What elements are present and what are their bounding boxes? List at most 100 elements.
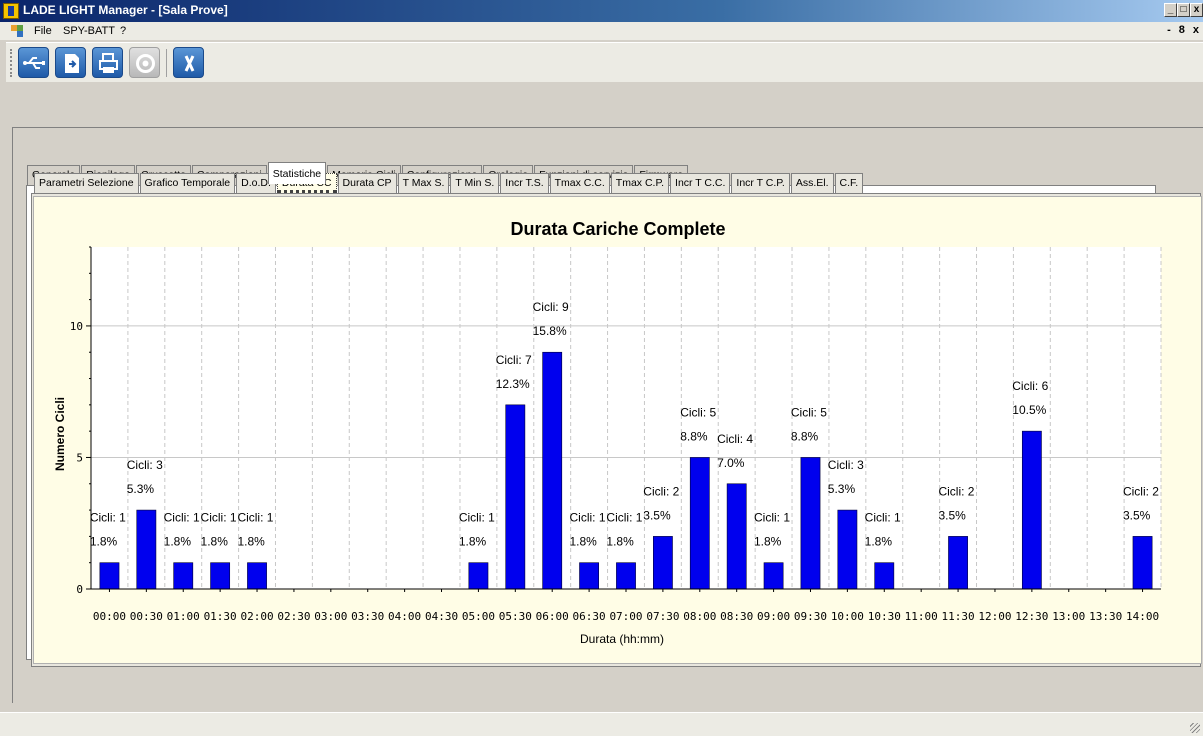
x-tick-label: 04:00 (388, 610, 421, 623)
tab-ass-el[interactable]: Ass.El. (790, 173, 834, 193)
tab-grafico-temporale[interactable]: Grafico Temporale (139, 173, 236, 193)
bar-count-label: Cicli: 2 (643, 484, 679, 498)
bar-count-label: Cicli: 5 (791, 405, 827, 419)
tab-parametri-selezione[interactable]: Parametri Selezione (34, 173, 139, 193)
bar-percent-label: 1.8% (201, 535, 229, 549)
menu-file[interactable]: File (34, 25, 52, 37)
bar-percent-label: 1.8% (754, 535, 782, 549)
usb-connect-button[interactable] (18, 47, 49, 78)
x-tick-label: 02:00 (240, 610, 273, 623)
bar (763, 562, 784, 590)
bar-count-label: Cicli: 1 (459, 511, 495, 525)
x-tick-label: 03:00 (314, 610, 347, 623)
minimize-button[interactable]: _ (1164, 3, 1177, 17)
x-tick-label: 12:00 (978, 610, 1011, 623)
bar (579, 562, 599, 590)
title-bar: LADE LIGHT Manager - [Sala Prove] _ □ x (0, 0, 1203, 22)
tab-incr-t-cp[interactable]: Incr T C.P. (731, 173, 790, 193)
close-button[interactable]: x (1190, 3, 1203, 17)
toolbar-grip[interactable] (10, 49, 14, 77)
exit-button[interactable] (173, 47, 204, 78)
bar-count-label: Cicli: 2 (938, 484, 974, 498)
menu-spy-batt[interactable]: SPY-BATT (63, 25, 115, 37)
bar-percent-label: 1.8% (237, 535, 265, 549)
x-tick-label: 12:30 (1015, 610, 1048, 623)
bar-percent-label: 5.3% (828, 482, 856, 496)
y-tick-label: 0 (76, 583, 83, 596)
print-icon (99, 53, 118, 73)
x-tick-label: 11:30 (942, 610, 975, 623)
mdi-minimize-button[interactable]: - (1167, 24, 1171, 36)
bar-count-label: Cicli: 3 (828, 458, 864, 472)
bar-count-label: Cicli: 9 (533, 300, 569, 314)
bar (874, 562, 895, 590)
x-tick-label: 00:00 (93, 610, 126, 623)
maximize-button[interactable]: □ (1177, 3, 1190, 17)
bar (173, 562, 194, 590)
x-tick-label: 05:30 (499, 610, 532, 623)
bar (468, 562, 489, 590)
x-tick-label: 06:30 (573, 610, 606, 623)
tab-tmax-s[interactable]: T Max S. (397, 173, 450, 193)
x-tick-label: 14:00 (1126, 610, 1159, 623)
toolbar-separator (166, 49, 167, 77)
x-tick-label: 09:00 (757, 610, 790, 623)
status-bar (0, 712, 1203, 736)
bar (948, 536, 968, 590)
bar (653, 536, 673, 590)
x-tick-label: 10:00 (831, 610, 864, 623)
tab-cf[interactable]: C.F. (834, 173, 864, 193)
bar (689, 457, 710, 590)
menu-help[interactable]: ? (120, 25, 126, 37)
tab-durata-cp[interactable]: Durata CP (337, 173, 397, 193)
bar-percent-label: 8.8% (791, 429, 819, 443)
x-tick-label: 04:30 (425, 610, 458, 623)
tab-incr-ts[interactable]: Incr T.S. (500, 173, 549, 193)
x-tick-label: 01:30 (204, 610, 237, 623)
print-button[interactable] (92, 47, 123, 78)
mdi-close-button[interactable]: x (1193, 24, 1199, 36)
bar (505, 404, 526, 590)
window-title: LADE LIGHT Manager - [Sala Prove] (23, 3, 228, 17)
tab-tmin-s[interactable]: T Min S. (450, 173, 500, 193)
bar-count-label: Cicli: 3 (127, 458, 163, 472)
disabled-button (129, 47, 160, 78)
bar (1021, 430, 1042, 590)
x-tick-label: 08:00 (683, 610, 716, 623)
bar-count-label: Cicli: 1 (754, 511, 790, 525)
bar (99, 562, 120, 590)
resize-grip-icon[interactable] (1190, 723, 1200, 733)
bar (542, 351, 563, 590)
tab-statistiche[interactable]: Statistiche (267, 162, 327, 184)
chart-title: Durata Cariche Complete (510, 219, 725, 239)
bar (136, 509, 157, 590)
mdi-restore-button[interactable]: 8 (1179, 24, 1185, 36)
sub-tab-strip: Parametri Selezione Grafico Temporale D.… (34, 173, 864, 193)
menu-bar: File SPY-BATT ? - 8 x (0, 22, 1203, 40)
bar-count-label: Cicli: 1 (865, 511, 901, 525)
bar (616, 562, 636, 590)
export-button[interactable] (55, 47, 86, 78)
bar-count-label: Cicli: 1 (570, 511, 606, 525)
window-controls: _ □ x (1164, 3, 1203, 17)
x-tick-label: 02:30 (277, 610, 310, 623)
bar (837, 509, 858, 590)
export-icon (65, 54, 79, 73)
x-tick-label: 11:00 (905, 610, 938, 623)
bar-percent-label: 7.0% (717, 456, 745, 470)
bar-percent-label: 12.3% (496, 377, 530, 391)
x-tick-label: 07:30 (646, 610, 679, 623)
bar-percent-label: 1.8% (90, 535, 118, 549)
bar-percent-label: 5.3% (127, 482, 155, 496)
tab-tmax-cp[interactable]: Tmax C.P. (610, 173, 670, 193)
x-tick-label: 00:30 (130, 610, 163, 623)
mdi-child-icon[interactable] (11, 25, 23, 37)
bar-count-label: Cicli: 4 (717, 432, 753, 446)
bar (210, 562, 231, 590)
bar-count-label: Cicli: 2 (1123, 484, 1159, 498)
tab-incr-t-cc[interactable]: Incr T C.C. (670, 173, 731, 193)
bar (800, 457, 821, 590)
y-tick-label: 5 (76, 451, 83, 464)
bar-count-label: Cicli: 1 (606, 511, 642, 525)
tab-tmax-cc[interactable]: Tmax C.C. (549, 173, 610, 193)
